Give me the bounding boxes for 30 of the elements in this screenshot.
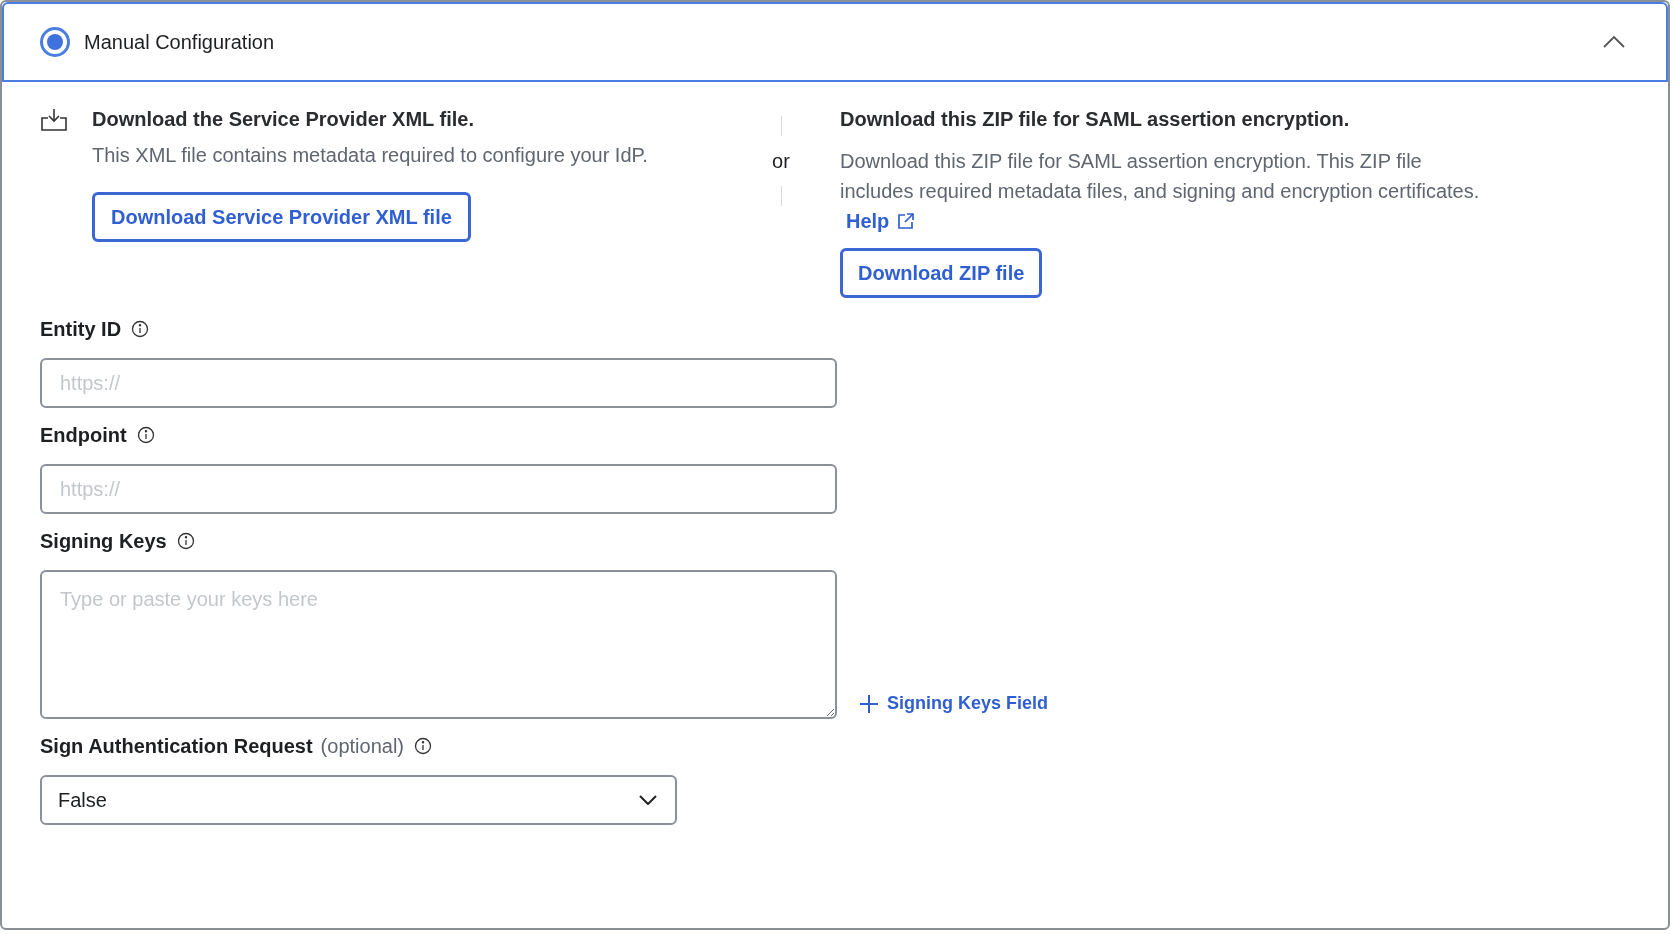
radio-button[interactable] (40, 27, 70, 57)
section-description: Download this ZIP file for SAML assertion encryption. This ZIP file includes required metadata files, and signing and encryption certificates. Help (840, 146, 1500, 236)
info-icon[interactable] (414, 737, 432, 755)
text-field[interactable]: https:// (40, 464, 837, 514)
field-label: Entity ID (40, 317, 122, 342)
section-description: This XML file contains metadata required to configure your IdP. (92, 143, 648, 168)
separator-text: or (772, 149, 790, 174)
external-link-icon (897, 212, 916, 230)
dropdown[interactable]: False (40, 775, 677, 825)
info-icon[interactable] (176, 532, 195, 550)
info-icon[interactable] (131, 320, 150, 338)
field-label: Sign Authentication Request (40, 734, 313, 759)
help-link[interactable]: Help (846, 206, 916, 236)
chevron-icon[interactable] (1602, 35, 1626, 49)
panel-header[interactable]: Manual Configuration (2, 2, 1668, 82)
section-title: Download the Service Provider XML file. (92, 107, 475, 132)
section-title: Download this ZIP file for SAML assertion encryption. (840, 107, 1351, 132)
add-field-link[interactable]: Signing Keys Field (859, 690, 1049, 717)
download-zip-button[interactable]: Download ZIP file (840, 248, 1043, 298)
download-icon (40, 108, 68, 132)
keys-text-area[interactable]: Type or paste your keys here (40, 570, 837, 719)
field-label: Signing Keys (40, 529, 167, 554)
download-xml-button[interactable]: Download Service Provider XML file (92, 192, 471, 242)
info-icon[interactable] (136, 426, 155, 444)
field-label: Endpoint (40, 423, 127, 448)
optional-note: (optional) (320, 734, 404, 759)
chevron-down-icon (639, 795, 657, 805)
plus-icon (859, 693, 879, 714)
panel-title: Manual Configuration (84, 30, 275, 55)
text-field[interactable]: https:// (40, 358, 837, 408)
